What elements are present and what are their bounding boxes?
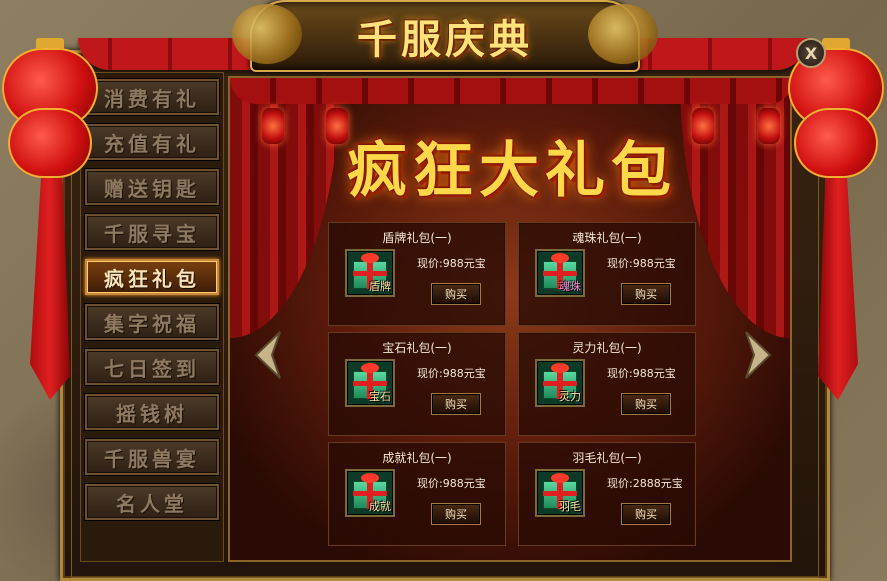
package-name: 魂珠礼包(一) (572, 231, 642, 245)
sidebar-item-collect-words[interactable]: 集字祝福 (85, 304, 219, 340)
gift-box-icon[interactable]: 羽毛 (535, 469, 585, 517)
package-card: 成就礼包(一) 成就 现价:988元宝 购买 (328, 442, 506, 546)
stage-valance (230, 78, 790, 104)
sidebar-item-consume[interactable]: 消费有礼 (85, 79, 219, 115)
package-price: 现价:988元宝 (417, 367, 486, 380)
buy-button[interactable]: 购买 (621, 393, 671, 415)
gift-tag: 魂珠 (559, 280, 581, 293)
sidebar-item-recharge[interactable]: 充值有礼 (85, 124, 219, 160)
sidebar-item-beast-feast[interactable]: 千服兽宴 (85, 439, 219, 475)
sidebar-item-checkin[interactable]: 七日签到 (85, 349, 219, 385)
gift-box-icon[interactable]: 成就 (345, 469, 395, 517)
sidebar-item-gift-key[interactable]: 赠送钥匙 (85, 169, 219, 205)
package-card: 盾牌礼包(一) 盾牌 现价:988元宝 购买 (328, 222, 506, 326)
dragon-ornament-icon (232, 4, 302, 64)
package-price: 现价:988元宝 (607, 367, 676, 380)
package-name: 灵力礼包(一) (572, 341, 642, 355)
gift-box-icon[interactable]: 盾牌 (345, 249, 395, 297)
close-button[interactable]: X (796, 38, 826, 68)
window-title: 千服庆典 (357, 16, 533, 63)
buy-button[interactable]: 购买 (431, 393, 481, 415)
dragon-ornament-icon (588, 4, 658, 64)
package-price: 现价:988元宝 (417, 257, 486, 270)
package-card: 灵力礼包(一) 灵力 现价:988元宝 购买 (518, 332, 696, 436)
main-stage: 疯狂大礼包 盾牌礼包(一) 盾牌 现价:988元宝 购买 魂珠礼包(一) 魂珠 … (228, 76, 792, 562)
gift-box-icon[interactable]: 魂珠 (535, 249, 585, 297)
package-name: 羽毛礼包(一) (572, 451, 642, 465)
package-price: 现价:988元宝 (607, 257, 676, 270)
banner-title: 疯狂大礼包 (347, 136, 677, 206)
lantern-icon (2, 38, 98, 188)
gift-tag: 宝石 (369, 390, 391, 403)
buy-button[interactable]: 购买 (621, 503, 671, 525)
package-price: 现价:2888元宝 (607, 477, 683, 490)
buy-button[interactable]: 购买 (431, 283, 481, 305)
next-page-arrow-icon[interactable] (744, 330, 772, 380)
prev-page-arrow-icon[interactable] (254, 330, 282, 380)
gift-tag: 盾牌 (369, 280, 391, 293)
package-card: 羽毛礼包(一) 羽毛 现价:2888元宝 购买 (518, 442, 696, 546)
package-name: 宝石礼包(一) (382, 341, 452, 355)
package-price: 现价:988元宝 (417, 477, 486, 490)
title-plaque: 千服庆典 (232, 0, 658, 72)
gift-box-icon[interactable]: 宝石 (345, 359, 395, 407)
buy-button[interactable]: 购买 (621, 283, 671, 305)
buy-button[interactable]: 购买 (431, 503, 481, 525)
sidebar-menu: 消费有礼 充值有礼 赠送钥匙 千服寻宝 疯狂礼包 集字祝福 七日签到 摇钱树 千… (80, 72, 224, 562)
package-name: 盾牌礼包(一) (382, 231, 452, 245)
gift-tag: 成就 (369, 500, 391, 513)
package-card: 魂珠礼包(一) 魂珠 现价:988元宝 购买 (518, 222, 696, 326)
sidebar-item-hall-of-fame[interactable]: 名人堂 (85, 484, 219, 520)
gift-box-icon[interactable]: 灵力 (535, 359, 585, 407)
sidebar-item-crazy-pack[interactable]: 疯狂礼包 (85, 259, 219, 295)
package-card: 宝石礼包(一) 宝石 现价:988元宝 购买 (328, 332, 506, 436)
gift-tag: 羽毛 (559, 500, 581, 513)
package-name: 成就礼包(一) (382, 451, 452, 465)
gift-tag: 灵力 (559, 390, 581, 403)
sidebar-item-money-tree[interactable]: 摇钱树 (85, 394, 219, 430)
sidebar-item-treasure[interactable]: 千服寻宝 (85, 214, 219, 250)
